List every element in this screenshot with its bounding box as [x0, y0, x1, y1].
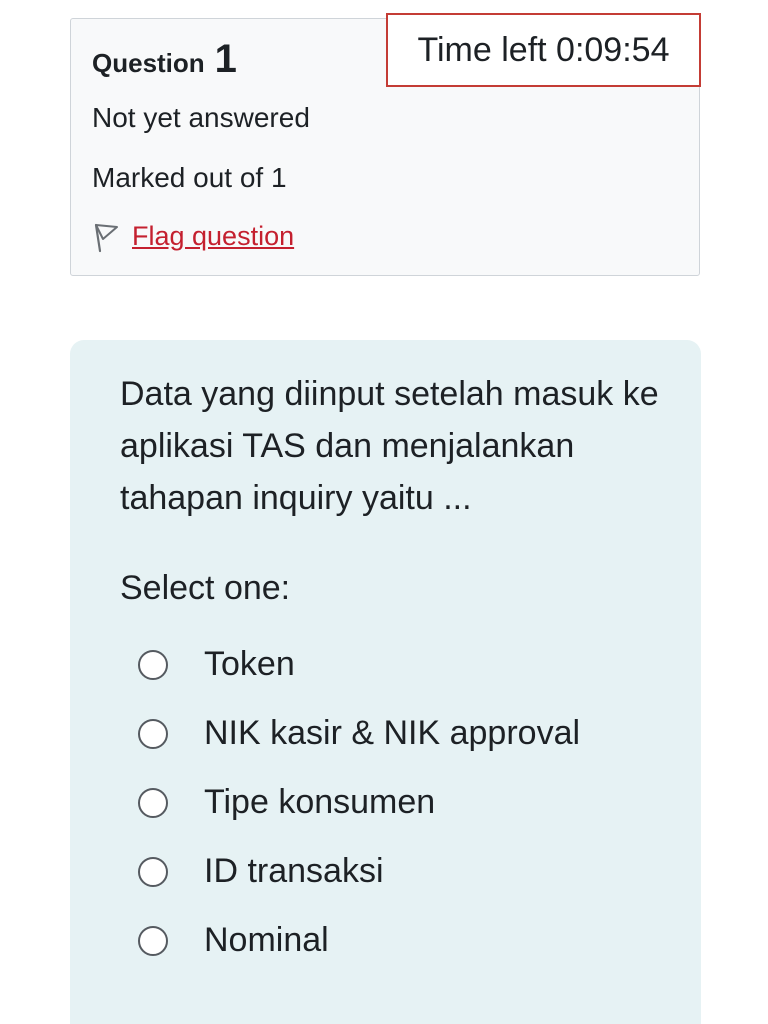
radio-unchecked-icon[interactable]: [138, 787, 168, 818]
answer-option-nominal[interactable]: Nominal: [138, 906, 678, 975]
question-state: Not yet answered: [92, 102, 310, 133]
question-heading: Question 1: [92, 39, 237, 79]
question-grade: Marked out of 1: [92, 162, 287, 193]
option-label[interactable]: ID transaksi: [204, 852, 384, 891]
option-label[interactable]: NIK kasir & NIK approval: [204, 714, 580, 753]
question-text: Data yang diinput setelah masuk ke aplik…: [120, 375, 659, 517]
answer-option-nik[interactable]: NIK kasir & NIK approval: [138, 699, 678, 768]
radio-unchecked-icon[interactable]: [138, 925, 168, 956]
option-label[interactable]: Nominal: [204, 921, 329, 960]
answer-prompt: Select one:: [120, 569, 291, 607]
option-label[interactable]: Token: [204, 645, 295, 684]
option-label[interactable]: Tipe konsumen: [204, 783, 435, 822]
question-content-panel: Data yang diinput setelah masuk ke aplik…: [70, 340, 701, 1024]
radio-unchecked-icon[interactable]: [138, 649, 168, 680]
question-word: Question: [92, 48, 205, 78]
quiz-page: Question 1 Not yet answered Marked out o…: [0, 0, 768, 1024]
time-left-timer: Time left 0:09:54: [386, 13, 701, 87]
answer-options: Token NIK kasir & NIK approval Tipe kons…: [138, 630, 678, 975]
answer-option-tipe-konsumen[interactable]: Tipe konsumen: [138, 768, 678, 837]
flag-question-button[interactable]: Flag question: [92, 219, 294, 253]
flag-question-link[interactable]: Flag question: [132, 221, 294, 252]
flag-icon: [92, 219, 120, 253]
radio-unchecked-icon[interactable]: [138, 718, 168, 749]
answer-option-id-transaksi[interactable]: ID transaksi: [138, 837, 678, 906]
question-number: 1: [214, 37, 237, 81]
answer-option-token[interactable]: Token: [138, 630, 678, 699]
radio-unchecked-icon[interactable]: [138, 856, 168, 887]
